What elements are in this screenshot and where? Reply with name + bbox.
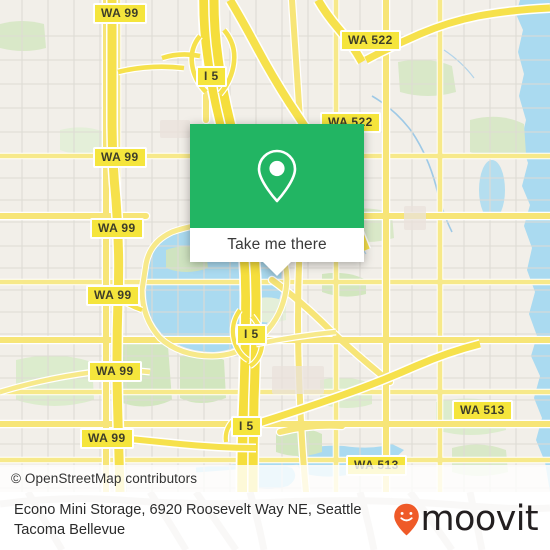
highway-shield-i5-3: I 5	[231, 416, 262, 437]
highway-shield-wa99-4: WA 99	[86, 285, 140, 306]
highway-shield-wa99-5: WA 99	[88, 361, 142, 382]
caption-footer: Econo Mini Storage, 6920 Roosevelt Way N…	[0, 492, 550, 550]
location-caption: Econo Mini Storage, 6920 Roosevelt Way N…	[14, 500, 414, 540]
map-pin-icon	[257, 149, 297, 203]
highway-shield-wa99-2: WA 99	[93, 147, 147, 168]
osm-attribution-text[interactable]: © OpenStreetMap contributors	[11, 471, 197, 486]
highway-shield-wa99-1: WA 99	[93, 3, 147, 24]
highway-shield-wa522-1: WA 522	[340, 30, 401, 51]
location-popup-card[interactable]: Take me there	[190, 124, 364, 276]
highway-shield-wa99-3: WA 99	[90, 218, 144, 239]
moovit-logo[interactable]: moovit	[393, 499, 539, 539]
highway-shield-wa513-1: WA 513	[452, 400, 513, 421]
highway-shield-i5-2: I 5	[236, 324, 267, 345]
moovit-pin-icon	[393, 503, 419, 536]
take-me-there-label: Take me there	[227, 236, 327, 253]
osm-attribution-bar: © OpenStreetMap contributors	[0, 465, 550, 492]
popup-tail-pointer	[263, 262, 291, 276]
map-canvas[interactable]: WA 99 WA 522 I 5 WA 522 WA 99 WA 99 WA 9…	[0, 0, 550, 492]
popup-header	[190, 124, 364, 228]
location-caption-line1: Econo Mini Storage, 6920 Roosevelt Way N…	[14, 502, 362, 518]
moovit-wordmark: moovit	[420, 499, 539, 539]
take-me-there-button[interactable]: Take me there	[190, 228, 364, 262]
moovit-map-screenshot: WA 99 WA 522 I 5 WA 522 WA 99 WA 99 WA 9…	[0, 0, 550, 550]
location-caption-line2: Tacoma Bellevue	[14, 522, 126, 538]
highway-shield-i5-1: I 5	[196, 66, 227, 87]
highway-shield-wa99-6: WA 99	[80, 428, 134, 449]
